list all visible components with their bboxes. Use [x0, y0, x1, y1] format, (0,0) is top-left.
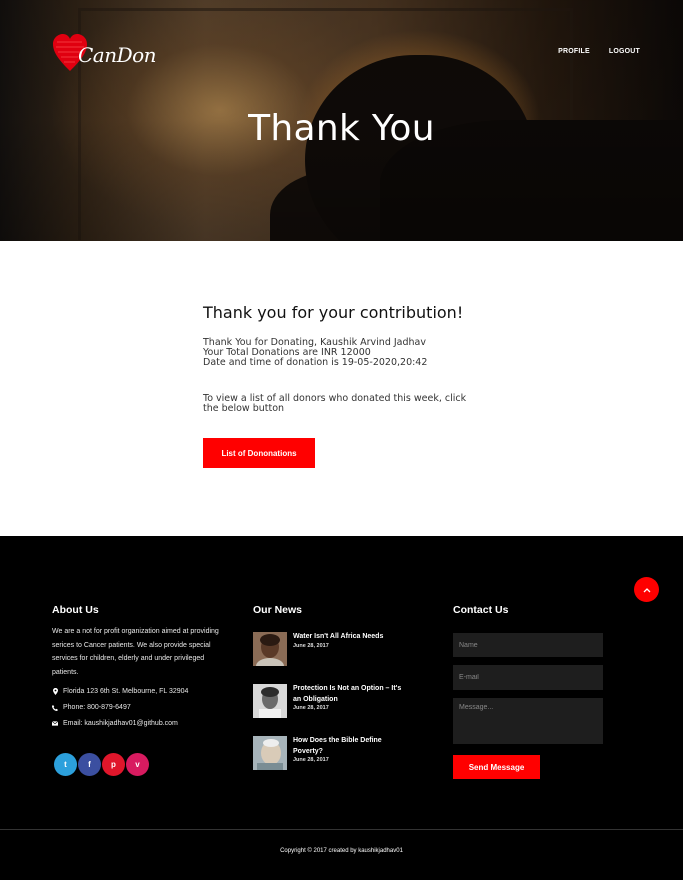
phone-text: Phone: 800-879-6497	[63, 704, 131, 711]
donor-list-prompt: To view a list of all donors who donated…	[203, 393, 467, 414]
news-item[interactable]: Protection Is Not an Option – It's an Ob…	[253, 684, 413, 720]
contact-us-title: Contact Us	[453, 604, 509, 616]
thank-you-content: Thank you for your contribution! Thank Y…	[203, 303, 483, 468]
donation-date-line: Date and time of donation is 19-05-2020,…	[203, 357, 428, 368]
news-thumbnail	[253, 684, 287, 718]
logo[interactable]: CanDon	[52, 33, 157, 77]
address-line: Florida 123 6th St. Melbourne, FL 32904	[52, 688, 188, 695]
address-text: Florida 123 6th St. Melbourne, FL 32904	[63, 688, 189, 695]
phone-line: Phone: 800-879-6497	[52, 704, 131, 711]
news-date: June 28, 2017	[293, 705, 329, 711]
top-nav: PROFILE LOGOUT	[558, 48, 640, 55]
email-line: Email: kaushikjadhav01@github.com	[52, 720, 178, 727]
brand-name: CanDon	[78, 43, 157, 67]
facebook-icon[interactable]: f	[78, 753, 101, 776]
footer-divider	[0, 829, 683, 830]
phone-icon	[52, 704, 58, 711]
nav-profile-link[interactable]: PROFILE	[558, 48, 590, 55]
email-text: Email: kaushikjadhav01@github.com	[63, 720, 178, 727]
list-of-donations-button[interactable]: List of Dononations	[203, 438, 315, 468]
pinterest-icon[interactable]: p	[102, 753, 125, 776]
scroll-to-top-button[interactable]	[634, 577, 659, 602]
news-date: June 28, 2017	[293, 757, 329, 763]
copyright-text: Copyright © 2017 created by kaushikjadha…	[280, 848, 403, 854]
send-message-button[interactable]: Send Message	[453, 755, 540, 779]
news-title[interactable]: Water Isn't All Africa Needs	[293, 632, 403, 643]
main-section: Thank you for your contribution! Thank Y…	[0, 241, 683, 536]
nav-logout-link[interactable]: LOGOUT	[609, 48, 640, 55]
contact-name-input[interactable]	[453, 633, 603, 657]
our-news-title: Our News	[253, 604, 303, 616]
about-us-text: We are a not for profit organization aim…	[52, 628, 219, 676]
footer: About Us We are a not for profit organiz…	[0, 536, 683, 880]
chevron-up-icon	[643, 587, 650, 592]
hero-title: Thank You	[248, 108, 435, 149]
envelope-icon	[52, 721, 58, 726]
about-us-title: About Us	[52, 604, 99, 616]
news-title[interactable]: Protection Is Not an Option – It's an Ob…	[293, 684, 403, 705]
news-thumbnail	[253, 736, 287, 770]
news-date: June 28, 2017	[293, 643, 329, 649]
news-thumbnail	[253, 632, 287, 666]
contribution-heading: Thank you for your contribution!	[203, 303, 464, 322]
news-item[interactable]: Water Isn't All Africa Needs June 28, 20…	[253, 632, 413, 668]
location-pin-icon	[52, 688, 58, 695]
contact-email-input[interactable]	[453, 665, 603, 690]
social-links: t f p v	[54, 753, 149, 776]
hero-banner: CanDon PROFILE LOGOUT Thank You	[0, 0, 683, 241]
news-title[interactable]: How Does the Bible Define Poverty?	[293, 736, 403, 757]
vimeo-icon[interactable]: v	[126, 753, 149, 776]
donation-info: Thank You for Donating, Kaushik Arvind J…	[203, 338, 483, 368]
contact-message-textarea[interactable]	[453, 698, 603, 744]
tumblr-icon[interactable]: t	[54, 753, 77, 776]
news-item[interactable]: How Does the Bible Define Poverty? June …	[253, 736, 413, 772]
